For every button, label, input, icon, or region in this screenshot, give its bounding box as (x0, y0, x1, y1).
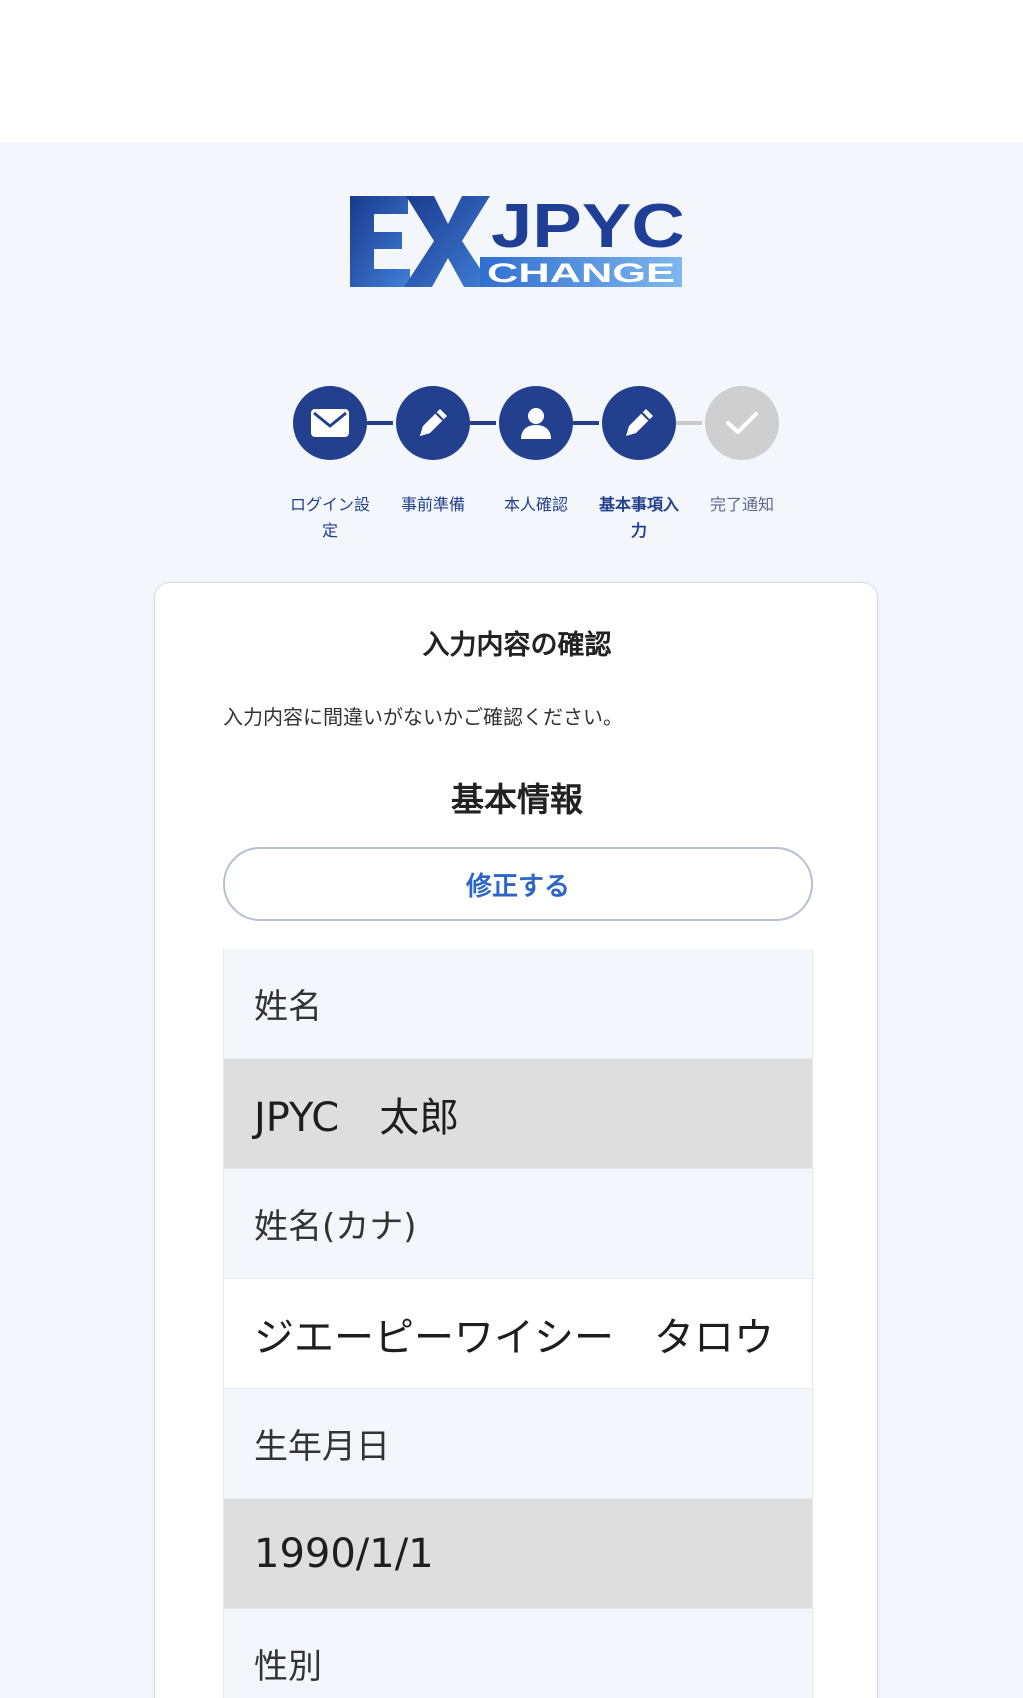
step-circle (396, 386, 470, 460)
envelope-icon (311, 409, 349, 437)
step-circle (705, 386, 779, 460)
step-identity-verification: 本人確認 (496, 384, 576, 544)
step-label: 事前準備 (400, 495, 465, 514)
step-connector (367, 421, 393, 425)
field-value-name: JPYC 太郎 (224, 1059, 812, 1169)
step-basic-info: 基本事項入力 (599, 384, 679, 544)
step-completion: 完了通知 (702, 384, 782, 544)
step-connector (573, 421, 599, 425)
logo-graphic: JPYC CHANGE (350, 194, 682, 288)
step-circle (602, 386, 676, 460)
pencil-icon (626, 409, 653, 436)
logo-jpyc-text: JPYC (491, 194, 682, 261)
card-title: 入力内容の確認 (422, 630, 612, 661)
step-label: ログイン設定 (289, 495, 370, 540)
person-icon (521, 408, 551, 439)
step-label: 完了通知 (709, 495, 774, 514)
step-connector (470, 421, 496, 425)
section-title: 基本情報 (451, 780, 583, 819)
confirmation-card: 入力内容の確認 入力内容に間違いがないかご確認ください。 基本情報 修正する 姓… (154, 582, 878, 1698)
field-label-name-kana: 姓名(カナ) (224, 1169, 812, 1279)
check-icon (726, 412, 758, 434)
edit-button[interactable]: 修正する (223, 847, 813, 921)
step-label: 基本事項入力 (598, 495, 679, 540)
card-description: 入力内容に間違いがないかご確認ください。 (223, 705, 623, 729)
progress-stepper: ログイン設定 事前準備 本人確認 基本事項入力 完了通知 (290, 384, 780, 544)
field-value-name-kana: ジエーピーワイシー タロウ (224, 1279, 812, 1389)
field-label-name: 姓名 (224, 949, 812, 1059)
field-label-gender: 性別 (224, 1609, 812, 1698)
pencil-icon (420, 409, 447, 436)
step-connector (676, 421, 702, 425)
info-table: 姓名 JPYC 太郎 姓名(カナ) ジエーピーワイシー タロウ 生年月日 199… (223, 949, 813, 1698)
step-circle (499, 386, 573, 460)
field-value-birthdate: 1990/1/1 (224, 1499, 812, 1609)
field-label-birthdate: 生年月日 (224, 1389, 812, 1499)
top-bar (0, 0, 1023, 142)
step-label: 本人確認 (503, 495, 568, 514)
step-preparation: 事前準備 (393, 384, 473, 544)
logo-change-text: CHANGE (487, 258, 675, 288)
step-circle (293, 386, 367, 460)
exjpyc-logo: JPYC CHANGE EX (350, 194, 682, 289)
step-login-settings: ログイン設定 (290, 384, 370, 544)
